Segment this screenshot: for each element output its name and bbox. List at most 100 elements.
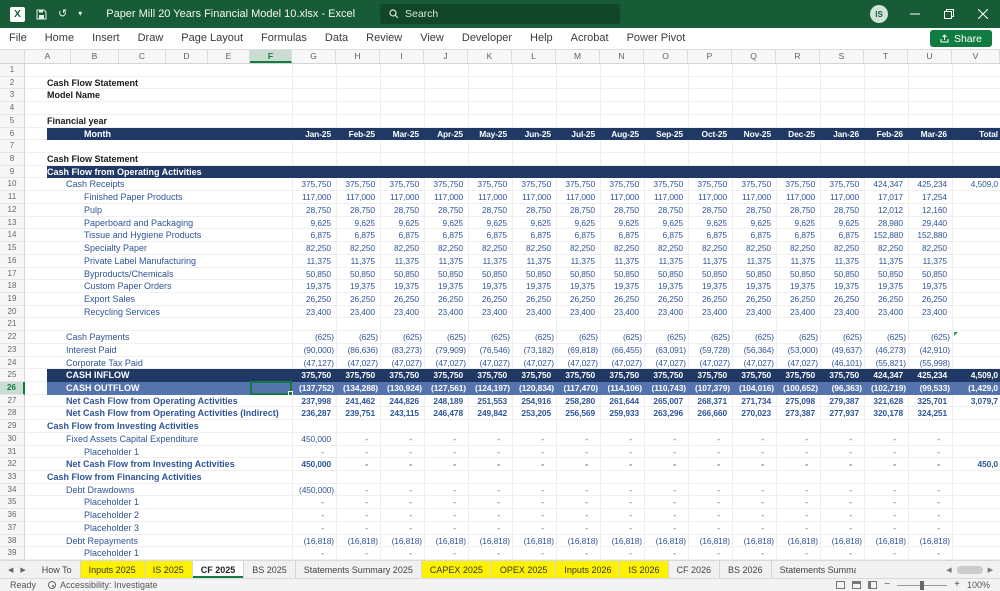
grid-cell[interactable]: 117,000 <box>336 191 380 203</box>
grid-cell[interactable]: 11,375 <box>468 254 512 267</box>
row-label-cell[interactable]: Net Cash Flow from Operating Activities … <box>47 407 292 419</box>
grid-cell[interactable]: 270,023 <box>732 407 776 420</box>
grid-cell[interactable]: - <box>512 445 556 458</box>
row-label-cell[interactable]: Placeholder 2 <box>47 509 292 521</box>
grid-cell[interactable]: 82,250 <box>688 242 732 254</box>
grid-cell[interactable]: - <box>336 496 380 509</box>
grid-cell[interactable] <box>600 76 644 89</box>
grid-cell[interactable] <box>952 229 1000 242</box>
grid-cell[interactable] <box>864 420 908 432</box>
grid-cell[interactable] <box>952 114 1000 127</box>
column-header-q[interactable]: Q <box>732 50 776 63</box>
grid-cell[interactable] <box>952 292 1000 305</box>
ribbon-tab-file[interactable]: File <box>0 28 36 49</box>
grid-cell[interactable]: 28,750 <box>292 203 336 216</box>
grid-cell[interactable] <box>556 420 600 432</box>
grid-cell[interactable] <box>732 76 776 89</box>
grid-cell[interactable]: 271,734 <box>732 394 776 407</box>
grid-cell[interactable] <box>820 471 864 483</box>
grid-cell[interactable]: 243,115 <box>380 407 424 420</box>
grid-cell[interactable] <box>292 114 336 127</box>
grid-cell[interactable] <box>908 420 952 432</box>
grid-cell[interactable]: (625) <box>820 331 864 343</box>
grid-cell[interactable]: - <box>556 521 600 534</box>
grid-cell[interactable]: 19,375 <box>424 280 468 292</box>
grid-cell[interactable] <box>732 89 776 102</box>
grid-cell[interactable]: Total <box>952 128 1000 141</box>
grid-cell[interactable] <box>952 356 1000 369</box>
grid-cell[interactable]: 19,375 <box>908 280 952 292</box>
row-label-cell[interactable]: Export Sales <box>47 293 292 305</box>
grid-cell[interactable] <box>864 471 908 483</box>
grid-cell[interactable] <box>952 432 1000 445</box>
grid-cell[interactable]: Jul-25 <box>556 128 600 141</box>
grid-cell[interactable] <box>952 242 1000 254</box>
grid-cell[interactable]: 117,000 <box>512 191 556 203</box>
grid-cell[interactable] <box>644 166 688 179</box>
grid-cell[interactable] <box>952 509 1000 521</box>
grid-cell[interactable] <box>820 420 864 432</box>
grid-cell[interactable]: - <box>732 445 776 458</box>
grid-cell[interactable] <box>952 521 1000 534</box>
grid-cell[interactable]: - <box>644 458 688 470</box>
grid-cell[interactable] <box>644 102 688 114</box>
row-header-25[interactable]: 25 <box>0 369 25 382</box>
grid-cell[interactable]: (46,273) <box>864 343 908 356</box>
column-header-a[interactable]: A <box>25 50 71 63</box>
grid-cell[interactable]: (63,091) <box>644 343 688 356</box>
grid-cell[interactable] <box>380 420 424 432</box>
row-header-19[interactable]: 19 <box>0 292 25 306</box>
grid-cell[interactable]: (56,364) <box>732 343 776 356</box>
grid-cell[interactable]: - <box>644 432 688 445</box>
grid-cell[interactable]: 26,250 <box>424 292 468 305</box>
grid-cell[interactable]: (110,743) <box>644 382 688 395</box>
grid-cell[interactable]: 249,842 <box>468 407 512 420</box>
grid-cell[interactable]: 9,625 <box>776 216 820 229</box>
grid-cell[interactable] <box>864 318 908 331</box>
grid-cell[interactable]: 253,205 <box>512 407 556 420</box>
grid-cell[interactable]: - <box>776 432 820 445</box>
grid-cell[interactable]: 117,000 <box>600 191 644 203</box>
row-header-16[interactable]: 16 <box>0 254 25 268</box>
grid-cell[interactable]: (76,546) <box>468 343 512 356</box>
grid-cell[interactable]: 50,850 <box>512 267 556 280</box>
grid-cell[interactable] <box>292 89 336 102</box>
grid-cell[interactable]: - <box>776 483 820 496</box>
grid-cell[interactable] <box>512 420 556 432</box>
grid-cell[interactable] <box>600 114 644 127</box>
grid-cell[interactable]: - <box>644 509 688 521</box>
grid-cell[interactable]: (625) <box>600 331 644 343</box>
grid-cell[interactable]: 12,012 <box>864 203 908 216</box>
grid-cell[interactable] <box>688 153 732 165</box>
grid-cell[interactable] <box>424 114 468 127</box>
sheet-nav-right-icon[interactable]: ▶ <box>20 566 25 574</box>
grid-cell[interactable]: - <box>820 521 864 534</box>
ribbon-tab-home[interactable]: Home <box>36 28 83 49</box>
grid-cell[interactable] <box>424 76 468 89</box>
grid-cell[interactable]: (16,818) <box>776 534 820 547</box>
grid-cell[interactable]: 268,371 <box>688 394 732 407</box>
grid-cell[interactable] <box>600 153 644 165</box>
grid-cell[interactable]: (47,027) <box>424 356 468 369</box>
grid-cell[interactable]: 28,980 <box>864 216 908 229</box>
zoom-in-icon[interactable]: + <box>954 580 960 590</box>
grid-cell[interactable]: - <box>864 458 908 470</box>
grid-cell[interactable] <box>556 114 600 127</box>
grid-cell[interactable]: 375,750 <box>776 178 820 191</box>
sheet-tab-cf-2026[interactable]: CF 2026 <box>669 561 721 578</box>
grid-cell[interactable]: 3,079,7 <box>952 394 1000 407</box>
grid-cell[interactable]: 26,250 <box>380 292 424 305</box>
grid-cell[interactable]: 117,000 <box>732 191 776 203</box>
grid-cell[interactable] <box>688 89 732 102</box>
grid-cell[interactable] <box>864 89 908 102</box>
search-input[interactable]: Search <box>380 4 620 24</box>
sheet-tab-is-2025[interactable]: IS 2025 <box>144 561 193 578</box>
grid-cell[interactable]: 254,916 <box>512 394 556 407</box>
grid-cell[interactable]: (16,818) <box>864 534 908 547</box>
grid-cell[interactable]: - <box>292 496 336 509</box>
grid-cell[interactable]: 424,347 <box>864 178 908 191</box>
grid-cell[interactable] <box>424 102 468 114</box>
zoom-slider-thumb[interactable] <box>920 580 925 590</box>
grid-cell[interactable]: - <box>688 432 732 445</box>
grid-cell[interactable] <box>512 153 556 165</box>
